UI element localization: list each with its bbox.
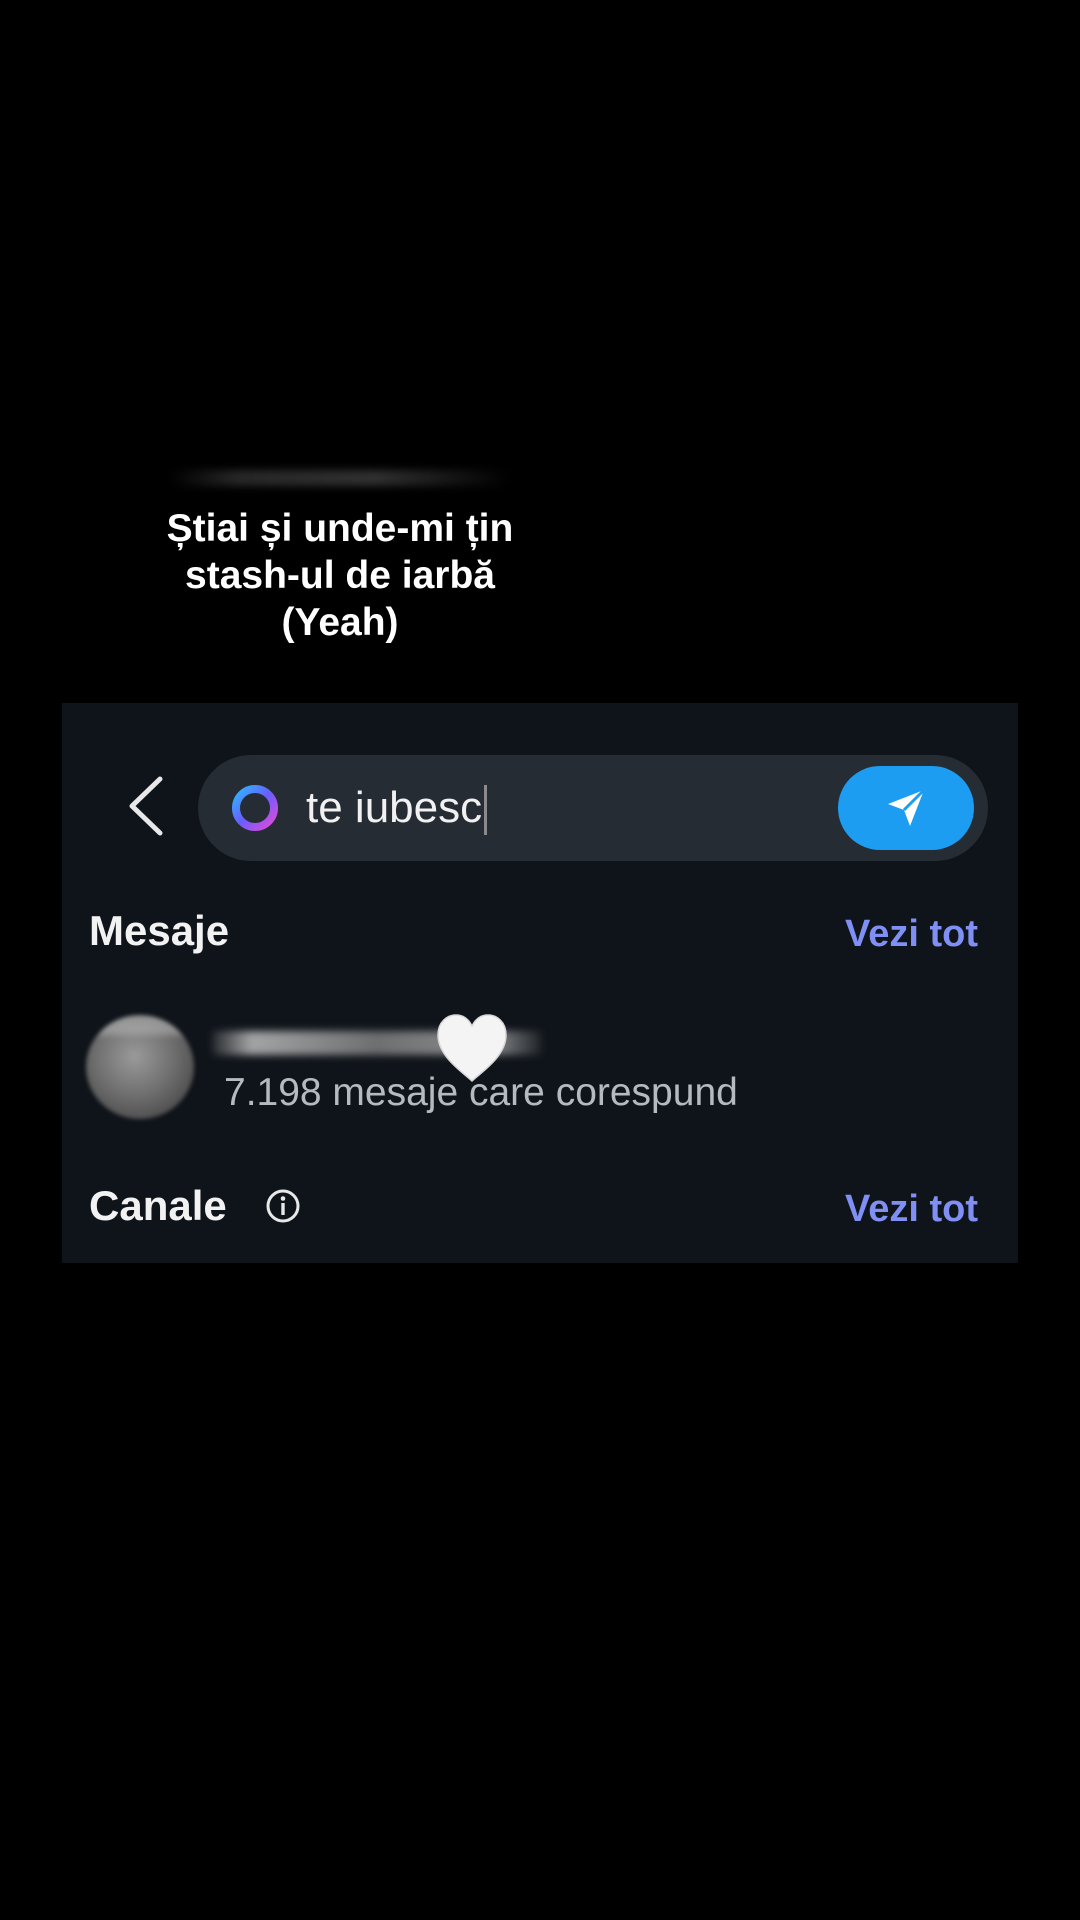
channels-section-title: Canale bbox=[89, 1182, 227, 1229]
match-count-text: 7.198 mesaje care corespund bbox=[224, 1071, 738, 1114]
message-result-row[interactable]: 7.198 mesaje care corespund bbox=[62, 1003, 1018, 1123]
search-screenshot-panel: te iubesc Mesaje Vezi tot 7.198 mesaje c… bbox=[62, 703, 1018, 1263]
search-input[interactable]: te iubesc bbox=[306, 781, 488, 836]
chevron-left-icon bbox=[129, 776, 163, 836]
search-input-value: te iubesc bbox=[306, 783, 483, 832]
caption-line: (Yeah) bbox=[281, 601, 399, 644]
send-button[interactable] bbox=[838, 766, 974, 850]
send-arrow-icon bbox=[888, 788, 926, 826]
gradient-ring-icon bbox=[230, 783, 280, 833]
caption-line: Știai și unde-mi țin bbox=[166, 507, 514, 550]
messages-see-all-link[interactable]: Vezi tot bbox=[845, 908, 978, 960]
caption-line: stash-ul de iarbă bbox=[185, 554, 495, 597]
story-caption-blur bbox=[170, 470, 510, 486]
avatar bbox=[86, 1015, 194, 1119]
messages-section-title: Mesaje bbox=[89, 907, 230, 954]
channels-see-all-link[interactable]: Vezi tot bbox=[845, 1183, 978, 1235]
search-bar[interactable]: te iubesc bbox=[198, 755, 988, 861]
info-icon[interactable] bbox=[265, 1188, 301, 1224]
story-caption: Știai și unde-mi țin stash-ul de iarbă (… bbox=[90, 505, 590, 646]
text-caret bbox=[484, 785, 488, 836]
back-button[interactable] bbox=[120, 771, 170, 841]
